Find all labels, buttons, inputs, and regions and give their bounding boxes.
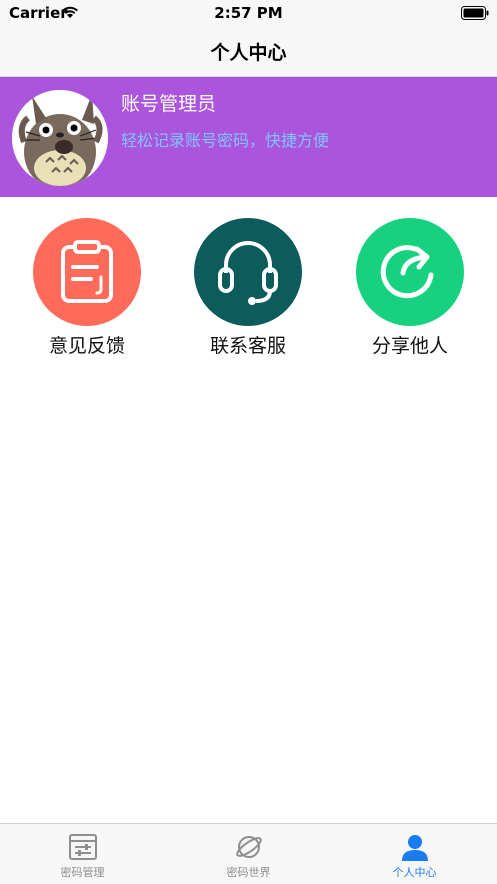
keyboard-settings-icon — [68, 832, 97, 862]
headset-icon — [194, 218, 302, 326]
avatar[interactable] — [12, 90, 108, 186]
person-icon — [401, 832, 429, 862]
status-bar: Carrier 2:57 PM — [0, 0, 497, 26]
account-subtitle: 轻松记录账号密码，快捷方便 — [121, 131, 330, 150]
tab-label: 密码世界 — [226, 866, 271, 879]
feedback-label: 意见反馈 — [48, 335, 125, 357]
totoro-avatar-icon — [12, 90, 108, 186]
page-title: 个人中心 — [210, 41, 287, 64]
navigation-bar: 个人中心 — [0, 26, 497, 77]
share-arrow-icon — [356, 218, 464, 326]
account-name: 账号管理员 — [121, 93, 217, 115]
planet-icon — [235, 832, 263, 862]
feedback-button[interactable]: 意见反馈 — [17, 218, 157, 358]
tab-password-world[interactable]: 密码世界 — [166, 824, 331, 884]
profile-header[interactable]: 账号管理员 轻松记录账号密码，快捷方便 — [0, 77, 497, 197]
tab-bar: 密码管理 密码世界 个人中心 — [0, 823, 497, 884]
customer-service-label: 联系客服 — [209, 335, 286, 357]
share-button[interactable]: 分享他人 — [340, 218, 480, 358]
action-grid: 意见反馈 联系客服 分享他人 — [0, 218, 497, 368]
status-time: 2:57 PM — [214, 4, 283, 22]
customer-service-button[interactable]: 联系客服 — [178, 218, 318, 358]
clipboard-icon — [33, 218, 141, 326]
tab-personal-center[interactable]: 个人中心 — [332, 824, 497, 884]
tab-label: 个人中心 — [392, 866, 437, 879]
tab-label: 密码管理 — [60, 866, 105, 879]
share-label: 分享他人 — [371, 335, 448, 357]
tab-password-manage[interactable]: 密码管理 — [0, 824, 165, 884]
battery-icon — [461, 5, 489, 24]
